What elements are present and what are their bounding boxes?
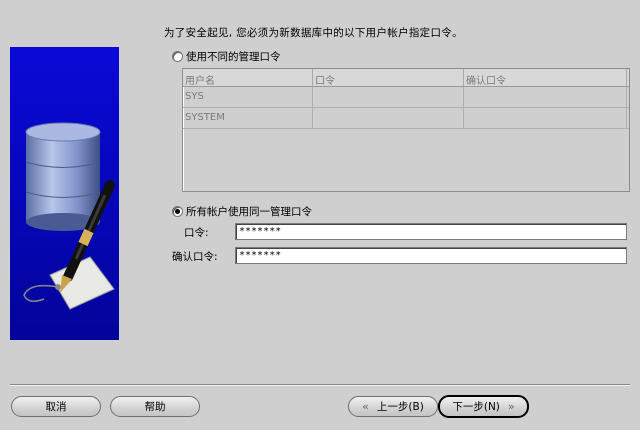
user-password-table: 用户名 口令 确认口令 SYS SYSTEM (182, 68, 630, 192)
cancel-button-label: 取消 (45, 401, 67, 413)
column-header-confirm-password: 确认口令 (464, 69, 627, 87)
cancel-button[interactable]: 取消 (11, 396, 101, 417)
cell-confirm-password (464, 87, 627, 107)
option-different-passwords[interactable]: 使用不同的管理口令 (172, 49, 281, 64)
bottom-separator (10, 384, 630, 386)
table-row: SYSTEM (183, 108, 629, 129)
double-chevron-right-icon: » (507, 400, 515, 413)
help-button-label: 帮助 (144, 401, 166, 413)
password-label: 口令: (184, 227, 209, 239)
table-header: 用户名 口令 确认口令 (183, 69, 629, 87)
cell-username: SYS (183, 87, 313, 107)
confirm-password-field[interactable]: ******* (235, 247, 627, 264)
radio-different-passwords[interactable] (172, 51, 183, 62)
confirm-password-label: 确认口令: (172, 251, 218, 263)
cell-username: SYSTEM (183, 108, 313, 128)
option-different-passwords-label: 使用不同的管理口令 (186, 51, 281, 63)
option-same-password-label: 所有帐户使用同一管理口令 (186, 206, 312, 218)
back-button-label: 上一步(B) (376, 401, 424, 413)
radio-same-password[interactable] (172, 206, 183, 217)
help-button[interactable]: 帮助 (110, 396, 200, 417)
double-chevron-left-icon: « (362, 400, 369, 413)
table-row: SYS (183, 87, 629, 108)
next-button[interactable]: 下一步(N) » (438, 395, 529, 418)
cell-password (313, 87, 464, 107)
back-button[interactable]: « 上一步(B) (348, 396, 438, 417)
database-pen-illustration (23, 122, 115, 310)
cell-confirm-password (464, 108, 627, 128)
password-field[interactable]: ******* (235, 223, 627, 240)
database-icon (25, 122, 101, 231)
radio-selected-dot (175, 209, 180, 214)
option-same-password[interactable]: 所有帐户使用同一管理口令 (172, 204, 312, 219)
next-button-label: 下一步(N) (452, 401, 500, 413)
intro-text: 为了安全起见, 您必须为新数据库中的以下用户帐户指定口令。 (164, 27, 463, 39)
cell-password (313, 108, 464, 128)
column-header-password: 口令 (313, 69, 464, 87)
column-header-username: 用户名 (183, 69, 313, 87)
wizard-banner-image (10, 47, 119, 340)
